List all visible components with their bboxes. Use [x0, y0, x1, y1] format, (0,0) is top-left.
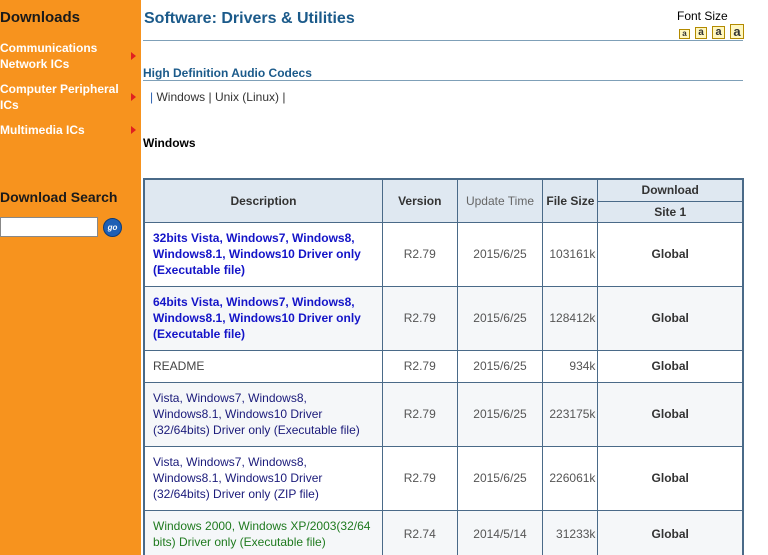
table-row: Windows 2000, Windows XP/2003(32/64 bits…: [143, 509, 744, 555]
arrow-right-icon: [131, 93, 136, 101]
os-filter-links: | Windows | Unix (Linux) |: [150, 90, 285, 104]
section-title: High Definition Audio Codecs: [143, 66, 312, 80]
font-size-smallest-button[interactable]: a: [679, 29, 690, 39]
col-header-site-1: Site 1: [597, 200, 744, 223]
col-header-download: Download: [597, 178, 744, 202]
description-cell: Windows 2000, Windows XP/2003(32/64 bits…: [143, 509, 383, 555]
table-row: Vista, Windows7, Windows8, Windows8.1, W…: [143, 445, 744, 511]
arrow-right-icon: [131, 52, 136, 60]
table-row: README R2.79 2015/6/25 934k Global: [143, 349, 744, 383]
go-button[interactable]: go: [103, 218, 122, 237]
font-size-largest-button[interactable]: a: [730, 24, 744, 39]
file-size-cell: 934k: [542, 349, 599, 383]
driver-link[interactable]: Vista, Windows7, Windows8, Windows8.1, W…: [153, 455, 322, 501]
col-header-file-size: File Size: [542, 178, 599, 223]
subsection-title: Windows: [143, 136, 196, 150]
update-time-cell: 2014/5/14: [456, 509, 544, 555]
os-link-unix-linux[interactable]: Unix (Linux): [215, 90, 279, 104]
file-size-cell: 226061k: [542, 445, 599, 511]
os-link-windows[interactable]: Windows: [156, 90, 205, 104]
table-row: 64bits Vista, Windows7, Windows8, Window…: [143, 285, 744, 351]
driver-link[interactable]: 64bits Vista, Windows7, Windows8, Window…: [153, 295, 361, 341]
file-size-cell: 223175k: [542, 381, 599, 447]
table-row: Vista, Windows7, Windows8, Windows8.1, W…: [143, 381, 744, 447]
separator: |: [208, 90, 212, 104]
page-title: Software: Drivers & Utilities: [144, 10, 355, 27]
version-cell: R2.79: [381, 349, 458, 383]
col-header-version: Version: [381, 178, 458, 223]
update-time-cell: 2015/6/25: [456, 349, 544, 383]
font-size-large-button[interactable]: a: [712, 26, 725, 39]
driver-link[interactable]: Vista, Windows7, Windows8, Windows8.1, W…: [153, 391, 360, 437]
sidebar-title: Downloads: [0, 9, 81, 26]
separator: |: [282, 90, 286, 104]
download-search-input[interactable]: [0, 217, 98, 237]
description-cell: Vista, Windows7, Windows8, Windows8.1, W…: [143, 381, 383, 447]
sidebar-item-label: Communications Network ICs: [0, 41, 98, 71]
download-global-link[interactable]: Global: [597, 381, 744, 447]
download-global-link[interactable]: Global: [597, 509, 744, 555]
version-cell: R2.79: [381, 221, 458, 287]
arrow-right-icon: [131, 126, 136, 134]
download-global-link[interactable]: Global: [597, 349, 744, 383]
font-size-small-button[interactable]: a: [695, 27, 707, 39]
download-global-link[interactable]: Global: [597, 445, 744, 511]
sidebar-item-multimedia-ics[interactable]: Multimedia ICs: [0, 122, 141, 138]
download-global-link[interactable]: Global: [597, 285, 744, 351]
col-header-update-time: Update Time: [456, 178, 544, 223]
driver-link[interactable]: README: [153, 359, 204, 373]
file-size-cell: 103161k: [542, 221, 599, 287]
description-cell: 32bits Vista, Windows7, Windows8, Window…: [143, 221, 383, 287]
table-header-row: Description Version Update Time File Siz…: [143, 178, 744, 223]
table-row: 32bits Vista, Windows7, Windows8, Window…: [143, 221, 744, 287]
update-time-cell: 2015/6/25: [456, 221, 544, 287]
divider: [143, 40, 743, 41]
sidebar: Downloads Communications Network ICs Com…: [0, 0, 141, 555]
download-search-title: Download Search: [0, 189, 118, 205]
col-header-description: Description: [143, 178, 383, 223]
file-size-cell: 31233k: [542, 509, 599, 555]
version-cell: R2.79: [381, 381, 458, 447]
font-size-buttons: a a a a: [677, 24, 749, 39]
update-time-cell: 2015/6/25: [456, 445, 544, 511]
update-time-cell: 2015/6/25: [456, 285, 544, 351]
divider: [143, 80, 743, 81]
version-cell: R2.79: [381, 445, 458, 511]
sidebar-item-label: Multimedia ICs: [0, 123, 85, 137]
sidebar-item-computer-peripheral-ics[interactable]: Computer Peripheral ICs: [0, 81, 141, 113]
sidebar-item-label: Computer Peripheral ICs: [0, 82, 119, 112]
description-cell: 64bits Vista, Windows7, Windows8, Window…: [143, 285, 383, 351]
description-cell: Vista, Windows7, Windows8, Windows8.1, W…: [143, 445, 383, 511]
version-cell: R2.79: [381, 285, 458, 351]
driver-link[interactable]: 32bits Vista, Windows7, Windows8, Window…: [153, 231, 361, 277]
file-size-cell: 128412k: [542, 285, 599, 351]
font-size-label: Font Size: [677, 9, 728, 23]
update-time-cell: 2015/6/25: [456, 381, 544, 447]
sidebar-item-communications-network-ics[interactable]: Communications Network ICs: [0, 40, 141, 72]
download-global-link[interactable]: Global: [597, 221, 744, 287]
description-cell: README: [143, 349, 383, 383]
separator: |: [150, 90, 154, 104]
drivers-table: Description Version Update Time File Siz…: [143, 178, 744, 555]
font-size-control: Font Size a a a a: [677, 9, 749, 39]
driver-link[interactable]: Windows 2000, Windows XP/2003(32/64 bits…: [153, 519, 370, 549]
version-cell: R2.74: [381, 509, 458, 555]
